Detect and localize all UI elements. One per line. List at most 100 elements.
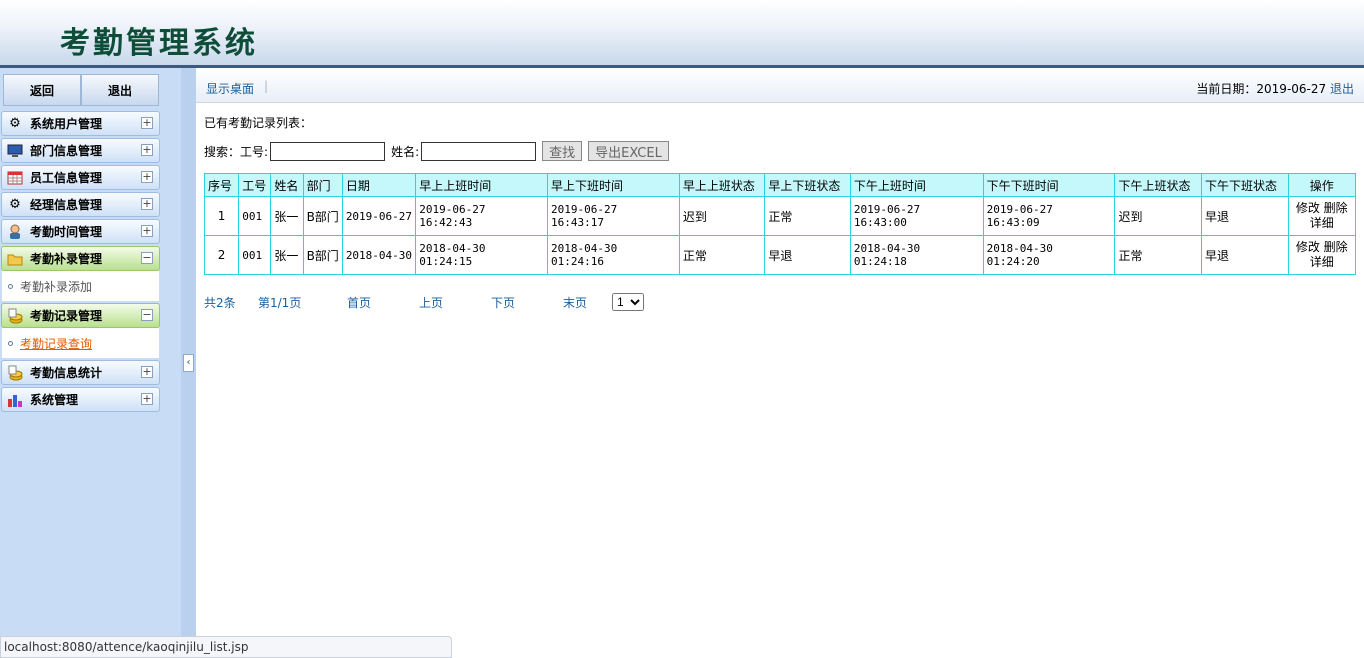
table-cell: 早退 (1200, 196, 1289, 236)
edit-link[interactable]: 修改 (1296, 201, 1320, 215)
table-cell: 2018-04-30 01:24:18 (849, 235, 984, 275)
sidebar: 返回 退出 ⚙ 系统用户管理 + 部门信息管理 + 员工信息管理 + ⚙ 经理信… (0, 68, 181, 658)
column-header: 序号 (203, 173, 240, 197)
delete-link[interactable]: 删除 (1324, 240, 1348, 254)
expand-plus-icon[interactable]: + (141, 144, 153, 156)
submenu-records-query[interactable]: 考勤记录查询 (1, 328, 160, 358)
submenu-label[interactable]: 考勤补录添加 (20, 278, 92, 295)
table-cell: 2019-06-27 16:43:17 (547, 196, 680, 236)
table-cell: 1 (203, 196, 240, 236)
table-cell: 正常 (678, 235, 766, 275)
row-actions: 修改 删除 详细 (1292, 201, 1353, 231)
actions-cell: 修改 删除 详细 (1287, 196, 1356, 236)
name-input[interactable] (421, 141, 537, 161)
menu-item-attendance-records[interactable]: 考勤记录管理 − (1, 303, 160, 328)
delete-link[interactable]: 删除 (1324, 201, 1348, 215)
header-banner: 考勤管理系统 (0, 0, 1364, 68)
sidebar-menu: ⚙ 系统用户管理 + 部门信息管理 + 员工信息管理 + ⚙ 经理信息管理 + (1, 111, 160, 414)
app-title: 考勤管理系统 (60, 26, 258, 61)
expand-plus-icon[interactable]: + (141, 366, 153, 378)
menu-item-employees[interactable]: 员工信息管理 + (1, 165, 160, 190)
column-header: 日期 (341, 173, 417, 197)
submenu-label[interactable]: 考勤记录查询 (20, 335, 92, 352)
collapse-minus-icon[interactable]: − (141, 309, 153, 321)
folder-icon (6, 251, 24, 267)
page-select[interactable]: 1 (612, 293, 644, 311)
table-cell: 001 (238, 235, 272, 275)
detail-link[interactable]: 详细 (1310, 216, 1334, 230)
coins-icon (6, 365, 24, 381)
table-cell: 早退 (1200, 235, 1289, 275)
coins-icon (6, 308, 24, 324)
expand-plus-icon[interactable]: + (141, 171, 153, 183)
menu-item-attendance-stats[interactable]: 考勤信息统计 + (1, 360, 160, 385)
collapse-sidebar-icon[interactable]: ‹ (183, 354, 194, 372)
prev-page-link[interactable]: 上页 (419, 294, 491, 311)
table-cell: 2018-04-30 (341, 235, 417, 275)
calendar-icon (6, 170, 24, 186)
search-label: 搜索： (204, 144, 241, 159)
expand-plus-icon[interactable]: + (141, 198, 153, 210)
table-cell: 正常 (764, 196, 851, 236)
table-cell: 001 (238, 196, 272, 236)
column-header: 操作 (1287, 173, 1356, 197)
back-button[interactable]: 返回 (3, 74, 81, 106)
expand-plus-icon[interactable]: + (141, 225, 153, 237)
table-cell: 2018-04-30 01:24:15 (415, 235, 549, 275)
employee-id-label: 工号: (240, 144, 269, 159)
name-label: 姓名: (391, 144, 420, 159)
monitor-icon (6, 143, 24, 159)
search-button[interactable]: 查找 (542, 141, 583, 161)
breadcrumb: 显示桌面 | 当前日期：2019-06-27 退出 (196, 68, 1364, 103)
menu-item-label: 系统用户管理 (30, 117, 103, 131)
column-header: 下午上班时间 (849, 173, 984, 197)
column-header: 下午上班状态 (1114, 173, 1202, 197)
show-desktop-link[interactable]: 显示桌面 (206, 80, 254, 97)
pagination: 共2条 第1/1页 首页 上页 下页 末页 1 (204, 293, 644, 311)
table-cell: 2018-04-30 01:24:20 (982, 235, 1116, 275)
last-page-link[interactable]: 末页 (563, 294, 612, 311)
next-page-link[interactable]: 下页 (491, 294, 563, 311)
menu-item-label: 考勤信息统计 (30, 366, 103, 380)
page-info: 第1/1页 (258, 295, 302, 310)
search-bar: 搜索： 工号: 姓名: 查找 导出EXCEL (204, 141, 675, 161)
menu-item-attendance-time[interactable]: 考勤时间管理 + (1, 219, 160, 244)
table-cell: 张一 (270, 235, 304, 275)
current-date: 当前日期：2019-06-27 退出 (1196, 80, 1354, 97)
menu-item-label: 考勤时间管理 (30, 225, 103, 239)
menu-item-managers[interactable]: ⚙ 经理信息管理 + (1, 192, 160, 217)
column-header: 部门 (302, 173, 343, 197)
edit-link[interactable]: 修改 (1296, 240, 1320, 254)
export-excel-button[interactable]: 导出EXCEL (588, 141, 669, 161)
column-header: 早上上班状态 (678, 173, 766, 197)
table-cell: 正常 (1114, 235, 1202, 275)
expand-plus-icon[interactable]: + (141, 117, 153, 129)
main-content: 显示桌面 | 当前日期：2019-06-27 退出 已有考勤记录列表： 搜索： … (196, 68, 1364, 658)
detail-link[interactable]: 详细 (1310, 255, 1334, 269)
expand-plus-icon[interactable]: + (141, 393, 153, 405)
table-cell: B部门 (302, 196, 343, 236)
collapse-minus-icon[interactable]: − (141, 252, 153, 264)
submenu-supplement-add[interactable]: 考勤补录添加 (1, 271, 160, 301)
menu-item-departments[interactable]: 部门信息管理 + (1, 138, 160, 163)
column-header: 姓名 (270, 173, 304, 197)
employee-id-input[interactable] (270, 141, 386, 161)
total-count: 共2条 (204, 295, 236, 310)
table-cell: B部门 (302, 235, 343, 275)
breadcrumb-separator: | (264, 79, 269, 93)
menu-item-attendance-supplement[interactable]: 考勤补录管理 − (1, 246, 160, 271)
menu-item-system-admin[interactable]: 系统管理 + (1, 387, 160, 412)
list-caption: 已有考勤记录列表： (204, 116, 313, 130)
first-page-link[interactable]: 首页 (347, 294, 419, 311)
gear-icon: ⚙ (9, 116, 21, 131)
logout-link[interactable]: 退出 (1330, 82, 1354, 96)
menu-item-system-users[interactable]: ⚙ 系统用户管理 + (1, 111, 160, 136)
table-cell: 张一 (270, 196, 304, 236)
table-cell: 2019-06-27 16:43:09 (982, 196, 1116, 236)
person-icon (6, 224, 24, 240)
menu-item-label: 经理信息管理 (30, 198, 103, 212)
exit-button[interactable]: 退出 (81, 74, 159, 106)
menu-item-label: 系统管理 (30, 393, 79, 407)
column-header: 下午下班时间 (982, 173, 1116, 197)
table-cell: 2019-06-27 16:43:00 (849, 196, 984, 236)
